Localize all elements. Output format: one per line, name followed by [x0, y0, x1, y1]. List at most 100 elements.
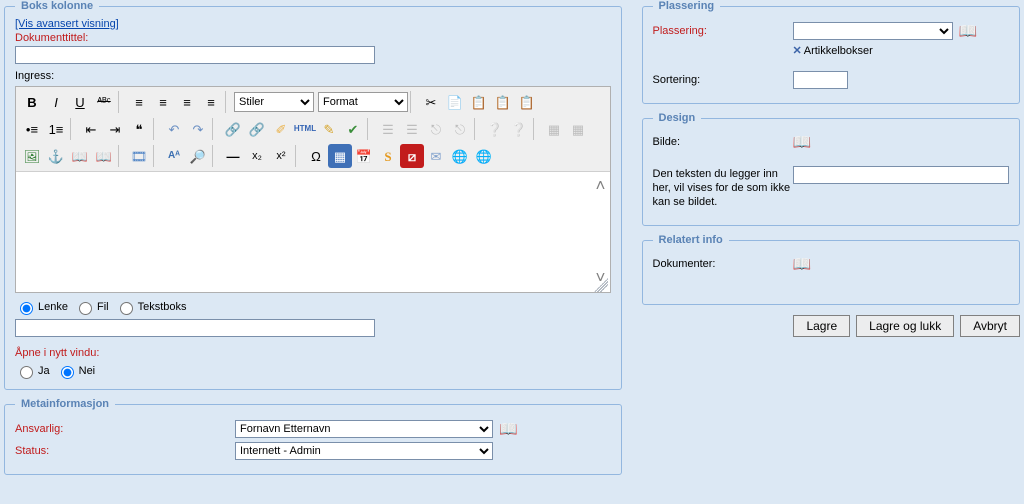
separator [118, 91, 125, 113]
dokumenttittel-input[interactable] [15, 46, 375, 64]
strike-icon[interactable]: ᴬᴮᶜ [92, 90, 116, 114]
paste-word-icon[interactable]: 📋 [515, 90, 539, 114]
radio-lenke[interactable]: Lenke [15, 299, 68, 315]
underline-icon[interactable]: U [68, 90, 92, 114]
bilde-label: Bilde: [653, 134, 793, 150]
vis-avansert-link[interactable]: [Vis avansert visning] [15, 18, 119, 30]
flash-icon[interactable]: ⧄ [400, 144, 424, 168]
bilde-browse-icon[interactable]: 📖 [793, 135, 812, 150]
brush-icon[interactable]: ✐ [269, 117, 293, 141]
lagre-og-lukk-button[interactable]: Lagre og lukk [856, 315, 954, 337]
dokumenter-browse-icon[interactable]: 📖 [793, 257, 812, 272]
node1-icon[interactable]: ☰ [376, 117, 400, 141]
ol-icon[interactable]: 1≡ [44, 117, 68, 141]
align-right-icon[interactable]: ≡ [175, 90, 199, 114]
editor-textarea[interactable]: ˄ ˅ [16, 172, 610, 292]
italic-icon[interactable]: I [44, 90, 68, 114]
media-icon[interactable]: 🎞 [127, 144, 151, 168]
design-legend: Design [653, 112, 702, 124]
gray1-icon[interactable]: ▦ [542, 117, 566, 141]
globe2-icon[interactable]: 🌐 [472, 144, 496, 168]
hr-icon[interactable]: — [221, 144, 245, 168]
envelope-icon[interactable]: ✉ [424, 144, 448, 168]
separator [70, 118, 77, 140]
separator [225, 91, 232, 113]
find-icon[interactable]: Aᴬ [162, 144, 186, 168]
right-column: Plassering Plassering: 📖 ✕Artikkelbokser… [642, 0, 1020, 500]
link-icon[interactable]: 🔗 [221, 117, 245, 141]
sortering-input[interactable] [793, 71, 848, 89]
image-icon[interactable]: 🖼 [20, 144, 44, 168]
ingress-label: Ingress: [15, 68, 54, 84]
help2-icon[interactable]: ❔ [507, 117, 531, 141]
align-center-icon[interactable]: ≡ [151, 90, 175, 114]
separator [118, 145, 125, 167]
node4-icon[interactable]: ⎋ [448, 117, 472, 141]
status-select[interactable]: Internett - Admin [235, 442, 493, 460]
redo-icon[interactable]: ↷ [186, 117, 210, 141]
radio-ja[interactable]: Ja [15, 363, 50, 379]
format-select[interactable]: Format [318, 92, 408, 112]
radio-fil[interactable]: Fil [74, 299, 109, 315]
separator [212, 145, 219, 167]
blockquote-icon[interactable]: ❝ [127, 117, 151, 141]
stiler-select[interactable]: Stiler [234, 92, 314, 112]
sub-icon[interactable]: x₂ [245, 144, 269, 168]
ansvarlig-label: Ansvarlig: [15, 421, 235, 437]
s-icon[interactable]: S [376, 144, 400, 168]
ansvarlig-browse-icon[interactable]: 📖 [499, 422, 518, 437]
bilde-alt-input[interactable] [793, 166, 1009, 184]
table-icon[interactable]: ▦ [328, 144, 352, 168]
unlink-icon[interactable]: 🔗 [245, 117, 269, 141]
bold-icon[interactable]: B [20, 90, 44, 114]
copy-icon[interactable]: 📄 [443, 90, 467, 114]
book2-icon[interactable]: 📖 [92, 144, 116, 168]
ul-icon[interactable]: •≡ [20, 117, 44, 141]
editor-scrollbar[interactable]: ˄ ˅ [594, 176, 608, 288]
align-justify-icon[interactable]: ≡ [199, 90, 223, 114]
link-field-input[interactable] [15, 319, 375, 337]
artikkelbokser-item[interactable]: ✕Artikkelbokser [793, 44, 873, 57]
status-label: Status: [15, 443, 235, 459]
indent-icon[interactable]: ⇥ [103, 117, 127, 141]
node3-icon[interactable]: ⎋ [424, 117, 448, 141]
avbryt-button[interactable]: Avbryt [960, 315, 1020, 337]
paste-text-icon[interactable]: 📋 [491, 90, 515, 114]
ansvarlig-select[interactable]: Fornavn Etternavn [235, 420, 493, 438]
anchor-icon[interactable]: ⚓ [44, 144, 68, 168]
relatert-legend: Relatert info [653, 234, 729, 246]
toolbar-row-1: B I U ᴬᴮᶜ ≡ ≡ ≡ ≡ Stiler Format [20, 90, 606, 114]
tick-icon[interactable]: ✔ [341, 117, 365, 141]
book1-icon[interactable]: 📖 [68, 144, 92, 168]
super-icon[interactable]: x² [269, 144, 293, 168]
lagre-button[interactable]: Lagre [793, 315, 850, 337]
plassering-browse-icon[interactable]: 📖 [959, 24, 978, 39]
cut-icon[interactable]: ✂ [419, 90, 443, 114]
paste-icon[interactable]: 📋 [467, 90, 491, 114]
outdent-icon[interactable]: ⇤ [79, 117, 103, 141]
pencil-icon[interactable]: ✎ [317, 117, 341, 141]
html-icon[interactable]: HTML [293, 117, 317, 141]
gray2-icon[interactable]: ▦ [566, 117, 590, 141]
separator [153, 118, 160, 140]
help1-icon[interactable]: ❔ [483, 117, 507, 141]
resize-handle-icon[interactable] [594, 278, 608, 292]
boks-kolonne-legend: Boks kolonne [15, 0, 99, 12]
remove-icon[interactable]: ✕ [793, 45, 802, 57]
nytt-vindu-label: Åpne i nytt vindu: [15, 345, 99, 361]
node2-icon[interactable]: ☰ [400, 117, 424, 141]
omega-icon[interactable]: Ω [304, 144, 328, 168]
radio-tekstboks[interactable]: Tekstboks [115, 299, 187, 315]
globe1-icon[interactable]: 🌐 [448, 144, 472, 168]
plassering-select[interactable] [793, 22, 953, 40]
radio-nei[interactable]: Nei [56, 363, 96, 379]
toolbar-row-3: 🖼 ⚓ 📖 📖 🎞 Aᴬ 🔎 — x₂ x² Ω ▦ 📅 [20, 144, 606, 168]
scroll-up-icon[interactable]: ˄ [596, 176, 606, 196]
undo-icon[interactable]: ↶ [162, 117, 186, 141]
separator [153, 145, 160, 167]
align-left-icon[interactable]: ≡ [127, 90, 151, 114]
editor-toolbar: B I U ᴬᴮᶜ ≡ ≡ ≡ ≡ Stiler Format [16, 87, 610, 172]
calc-icon[interactable]: 📅 [352, 144, 376, 168]
plassering-group: Plassering Plassering: 📖 ✕Artikkelbokser… [642, 0, 1020, 104]
replace-icon[interactable]: 🔎 [186, 144, 210, 168]
